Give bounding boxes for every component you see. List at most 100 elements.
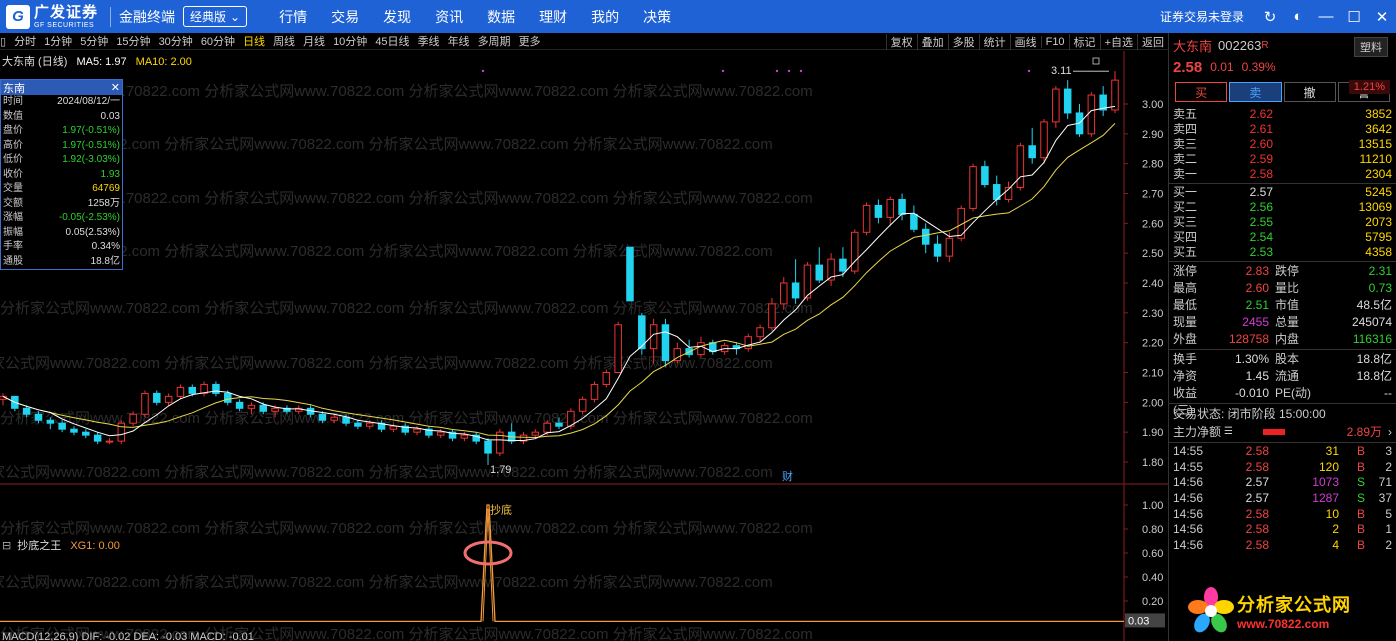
app-name: 金融终端 [110,6,175,27]
period-11[interactable]: 季线 [418,33,440,49]
kline-chart[interactable]: 分析家公式网www.70822.com 分析家公式网www.70822.com … [0,51,1168,641]
tick-side: B [1356,522,1365,537]
book-row[interactable]: 买三 2.55 2073 [1169,215,1396,230]
high-price-label: 3.11 [1051,65,1072,77]
indicator-name[interactable]: 抄底之王 [17,540,61,552]
nav-item-0[interactable]: 行情 [279,7,307,27]
period-12[interactable]: 年线 [448,33,470,49]
book-row[interactable]: 卖三 2.60 13515 [1169,137,1396,152]
sell-button[interactable]: 卖 [1229,82,1282,102]
nav-item-3[interactable]: 资讯 [435,7,463,27]
book-row[interactable]: 卖五 2.62 3852 [1169,107,1396,122]
period-6[interactable]: 日线 [243,33,265,49]
nav-item-5[interactable]: 理财 [539,7,567,27]
price-change-pct: 0.39% [1241,60,1276,74]
top-bar: G 广发证券 GF SECURITIES 金融终端 经典版 ⌄ 行情 交易 发现 资讯… [0,0,1396,33]
book-row[interactable]: 买一 2.57 5245 [1169,185,1396,200]
ma10-label: MA10: 2.00 [135,56,192,68]
book-row[interactable]: 买二 2.56 13069 [1169,200,1396,215]
cancel-order-button[interactable]: 撤 [1283,82,1336,102]
book-vol: 11210 [1359,152,1392,166]
expand-icon[interactable]: ▯ [0,35,6,48]
nav-item-6[interactable]: 我的 [591,7,619,27]
period-4[interactable]: 30分钟 [159,33,193,49]
book-row[interactable]: 卖二 2.59 11210 [1169,152,1396,167]
info-row-value: 18.8亿 [90,255,120,267]
book-row[interactable]: 卖四 2.61 3642 [1169,122,1396,137]
info-row-label: 高价 [3,139,23,151]
nav-item-2[interactable]: 发现 [383,7,411,27]
period-10[interactable]: 45日线 [375,33,409,49]
period-9[interactable]: 10分钟 [333,33,367,49]
tool-7[interactable]: +自选 [1099,33,1137,50]
tick-volume: 1073 [1312,475,1339,490]
stat-label: 股本 [1275,352,1300,366]
book-row[interactable]: 买五 2.53 4358 [1169,245,1396,260]
stat-label: 净资 [1173,369,1198,383]
period-13[interactable]: 多周期 [478,33,511,49]
edition-dropdown[interactable]: 经典版 ⌄ [183,6,248,27]
period-1[interactable]: 1分钟 [44,33,72,49]
period-bar: ▯ 分时 1分钟 5分钟 15分钟 30分钟 60分钟 日线 周线 月线 10分钟 45日线 季线 年线… [0,33,1168,50]
price-change: 0.01 [1210,60,1234,74]
period-14[interactable]: 更多 [519,33,541,49]
tick-count: 37 [1378,491,1392,506]
stat-label: 换手 [1173,352,1198,366]
book-vol: 4358 [1365,245,1392,259]
list-icon[interactable]: ☰ [1224,423,1233,441]
candle-body [626,246,634,302]
candle-body [212,383,220,394]
period-0[interactable]: 分时 [14,33,36,49]
minimize-icon[interactable]: — [1312,0,1340,33]
period-3[interactable]: 15分钟 [116,33,150,49]
tool-0[interactable]: 复权 [885,33,917,50]
finance-marker[interactable]: 财 [782,469,793,483]
tool-2[interactable]: 多股 [947,33,979,50]
candle-body [22,407,31,415]
close-icon[interactable]: ✕ [1368,0,1396,33]
ind-tick-label: 0.20 [1142,596,1163,608]
tool-1[interactable]: 叠加 [916,33,948,50]
tool-4[interactable]: 画线 [1009,33,1041,50]
tick-row: 14:56 2.57 1287 S 37 [1169,491,1396,507]
stat-value: 2.83 [1245,264,1269,278]
period-5[interactable]: 60分钟 [201,33,235,49]
candle-body [1016,145,1025,189]
highlight-circle [463,540,513,566]
tick-list[interactable]: 14:55 2.58 31 B 3 14:55 2.58 120 B 2 14:56 2.57 1073… [1169,444,1396,554]
book-vol: 2304 [1365,167,1392,181]
sector-button[interactable]: 塑料 [1354,37,1388,57]
tool-5[interactable]: F10 [1040,35,1069,48]
candle-body [1063,88,1072,114]
book-row[interactable]: 卖一 2.58 2304 [1169,167,1396,182]
tick-price: 2.58 [1245,506,1269,521]
refresh-icon[interactable]: ↻ [1256,0,1284,33]
book-row[interactable]: 买四 2.54 5795 [1169,230,1396,245]
nav-item-1[interactable]: 交易 [331,7,359,27]
candle-body [105,440,114,443]
candle-body [129,413,137,424]
tool-8[interactable]: 返回 [1137,33,1168,50]
tool-3[interactable]: 统计 [978,33,1010,50]
period-2[interactable]: 5分钟 [80,33,108,49]
nav-item-7[interactable]: 决策 [643,7,671,27]
period-8[interactable]: 月线 [303,33,325,49]
close-icon[interactable]: ✕ [111,81,120,94]
chevron-right-icon[interactable]: › [1388,423,1392,441]
candle-body [910,213,918,230]
trading-terminal: G 广发证券 GF SECURITIES 金融终端 经典版 ⌄ 行情 交易 发现 资讯… [0,0,1396,641]
candle-body [839,258,847,272]
buy-button[interactable]: 买 [1175,82,1228,102]
tool-6[interactable]: 标记 [1068,33,1100,50]
book-vol: 2073 [1365,215,1392,229]
indicator-toggle-icon[interactable]: ⊟ [2,540,11,552]
skin-icon[interactable]: ◐ [1284,0,1312,33]
maximize-icon[interactable]: ☐ [1340,0,1368,33]
candle-body [389,425,398,430]
nav-item-4[interactable]: 数据 [487,7,515,27]
candle-body [330,416,338,421]
book-vol: 13515 [1358,137,1392,151]
period-7[interactable]: 周线 [273,33,295,49]
login-status[interactable]: 证券交易未登录 [1160,8,1244,25]
candle-body [862,204,871,233]
